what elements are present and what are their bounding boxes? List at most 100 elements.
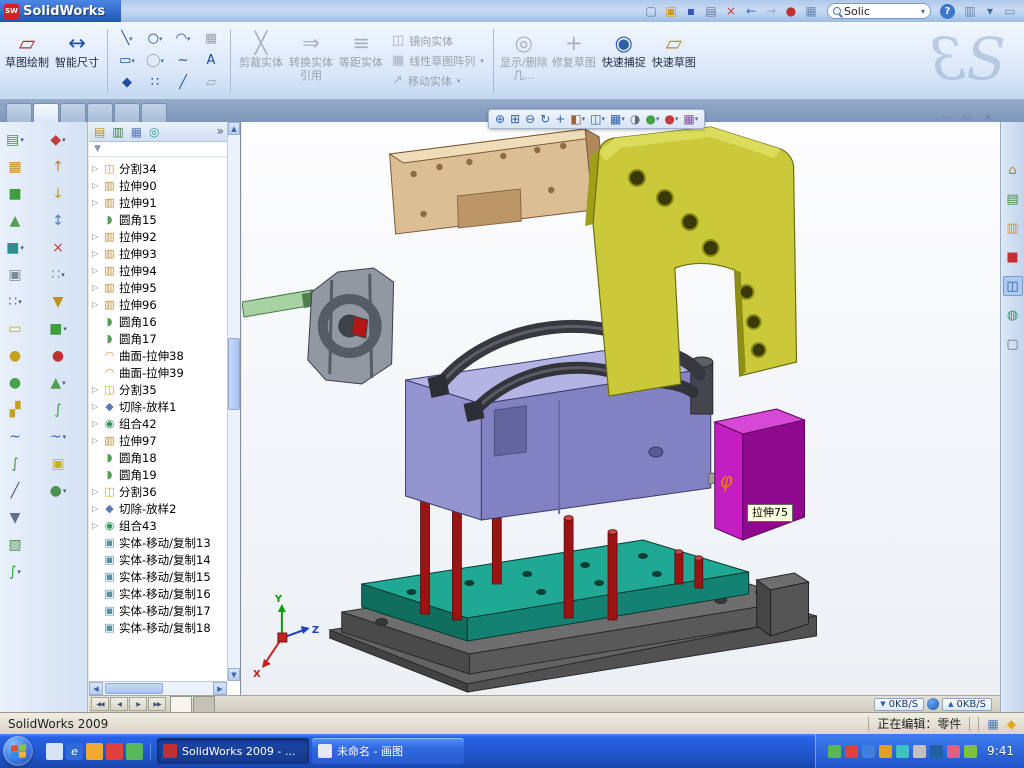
tab-mold-tools[interactable] — [87, 103, 113, 122]
expand-icon[interactable]: ▷ — [92, 181, 100, 190]
view-palette-icon[interactable]: ◫ — [1003, 276, 1023, 296]
feature-tree-item[interactable]: ▷ ▥ 拉伸92 — [92, 228, 227, 245]
feature-tree-item[interactable]: ▷ ▣ 实体-移动/复制16 — [92, 585, 227, 602]
paint-launcher-icon[interactable] — [126, 743, 143, 760]
feature-tree-item[interactable]: ▷ ◠ 曲面-拉伸39 — [92, 364, 227, 381]
scroll-next-icon[interactable]: ▶ — [129, 697, 147, 711]
display-style-icon[interactable]: ▦ — [608, 112, 627, 126]
internet-explorer-icon[interactable]: e — [66, 743, 83, 760]
ellipse-tool-icon[interactable]: ◯ — [141, 50, 169, 72]
display-delete-relations-button[interactable]: ◎显示/删除几... — [499, 26, 549, 96]
close-icon[interactable]: × — [980, 110, 996, 124]
tab-motion-study[interactable] — [193, 696, 215, 712]
tree-horizontal-scrollbar[interactable]: ◀ ▶ — [89, 681, 227, 695]
scrollbar-thumb[interactable] — [228, 338, 240, 410]
expand-icon[interactable]: ▷ — [92, 266, 100, 275]
menu-tools[interactable] — [193, 9, 209, 13]
file-explorer-icon[interactable]: ▥ — [1003, 218, 1023, 238]
feature-tree-item[interactable]: ▷ ▥ 拉伸96 — [92, 296, 227, 313]
show-desktop-icon[interactable] — [46, 743, 63, 760]
expand-icon[interactable]: ▷ — [92, 436, 100, 445]
expand-icon[interactable]: ▷ — [92, 300, 100, 309]
scene-icon[interactable]: ● — [662, 112, 680, 126]
tab-features[interactable] — [6, 103, 32, 122]
left-tool-icon-9[interactable]: ● — [0, 342, 30, 369]
scrollbar-thumb[interactable] — [105, 683, 163, 694]
view-orientation-icon[interactable]: ◫ — [588, 112, 607, 126]
minimize-icon[interactable]: — — [938, 110, 954, 124]
feature-tree-item[interactable]: ▷ ◗ 圆角16 — [92, 313, 227, 330]
left-tool-icon-8[interactable]: ▭ — [0, 315, 30, 342]
tray-icon-6[interactable] — [913, 745, 926, 758]
tab-surfaces[interactable] — [60, 103, 86, 122]
side-tool-icon-14[interactable]: ● — [30, 477, 86, 504]
expand-icon[interactable]: ▷ — [92, 164, 100, 173]
scroll-last-icon[interactable]: ▶▶ — [148, 697, 166, 711]
tab-evaluate[interactable] — [114, 103, 140, 122]
zoom-fit-icon[interactable]: ⊕ — [493, 112, 507, 126]
tray-icon-4[interactable] — [879, 745, 892, 758]
rebuild-icon[interactable]: ● — [781, 2, 801, 20]
feature-tree-item[interactable]: ▷ ▥ 拉伸97 — [92, 432, 227, 449]
collapse-ui-icon[interactable]: ▾ — [980, 2, 1000, 20]
menu-view[interactable] — [161, 9, 177, 13]
menu-file[interactable] — [129, 9, 145, 13]
feature-tree-item[interactable]: ▷ ▣ 实体-移动/复制18 — [92, 619, 227, 636]
left-tool-icon-12[interactable]: ~ — [0, 423, 30, 450]
open-icon[interactable]: ▣ — [661, 2, 681, 20]
side-tool-icon-6[interactable]: ∷ — [30, 261, 86, 288]
left-tool-icon-13[interactable]: ∫ — [0, 450, 30, 477]
side-tool-icon-1[interactable]: ◆ — [30, 126, 86, 153]
window-button-paint[interactable]: 未命名 - 画图 — [312, 738, 464, 764]
feature-tree-item[interactable]: ▷ ◗ 圆角17 — [92, 330, 227, 347]
tray-icon-9[interactable] — [964, 745, 977, 758]
sketch-button[interactable]: ▱草图绘制 — [2, 26, 52, 96]
tray-icon-8[interactable] — [947, 745, 960, 758]
scroll-right-icon[interactable]: ▶ — [213, 682, 227, 695]
trim-entities-button[interactable]: ╳剪裁实体 — [236, 26, 286, 96]
left-tool-icon-6[interactable]: ▣ — [0, 261, 30, 288]
search-box[interactable]: Solic ▾ — [827, 3, 931, 19]
expand-icon[interactable]: ▷ — [92, 402, 100, 411]
feature-tree-item[interactable]: ▷ ◫ 分割36 — [92, 483, 227, 500]
side-tool-icon-10[interactable]: ▲ — [30, 369, 86, 396]
expand-icon[interactable]: ▷ — [92, 521, 100, 530]
expand-icon[interactable]: ▷ — [92, 504, 100, 513]
line-tool-icon[interactable]: ╲ — [113, 28, 141, 50]
left-tool-icon-7[interactable]: ∷ — [0, 288, 30, 315]
custom-properties-icon[interactable]: ▢ — [1003, 334, 1023, 354]
media-player-icon[interactable] — [86, 743, 103, 760]
scroll-first-icon[interactable]: ◀◀ — [91, 697, 109, 711]
construction-tool-icon[interactable]: ▱ — [197, 72, 225, 94]
scroll-prev-icon[interactable]: ◀ — [110, 697, 128, 711]
pattern-tool-icon[interactable]: ▦ — [197, 28, 225, 50]
feature-tree-item[interactable]: ▷ ◫ 分割34 — [92, 160, 227, 177]
tray-icon-2[interactable] — [845, 745, 858, 758]
side-tool-icon-3[interactable]: ↓ — [30, 180, 86, 207]
side-tool-icon-4[interactable]: ↕ — [30, 207, 86, 234]
left-tool-icon-11[interactable]: ▞ — [0, 396, 30, 423]
feature-tree-item[interactable]: ▷ ◉ 组合43 — [92, 517, 227, 534]
expand-icon[interactable]: ▷ — [92, 249, 100, 258]
side-tool-icon-5[interactable]: × — [30, 234, 86, 261]
left-tool-icon-1[interactable]: ▤ — [0, 126, 30, 153]
section-view-icon[interactable]: ◧ — [568, 112, 587, 126]
feature-tree-item[interactable]: ▷ ▥ 拉伸94 — [92, 262, 227, 279]
design-library-icon[interactable]: ▤ — [1003, 189, 1023, 209]
save-icon[interactable]: ▪ — [681, 2, 701, 20]
feature-tree-item[interactable]: ▷ ◫ 分割35 — [92, 381, 227, 398]
menu-help[interactable] — [225, 9, 241, 13]
restore-icon[interactable]: ▭ — [959, 110, 975, 124]
fullscreen-icon[interactable]: ▭ — [1000, 2, 1020, 20]
dimxpertmanager-tab-icon[interactable]: ◎ — [149, 125, 159, 139]
filter-icon[interactable]: ▼ — [94, 144, 101, 154]
left-tool-icon-10[interactable]: ● — [0, 369, 30, 396]
tray-icon-1[interactable] — [828, 745, 841, 758]
polygon-tool-icon[interactable]: ◆ — [113, 72, 141, 94]
tab-sketch[interactable] — [33, 103, 59, 122]
appearance-icon[interactable]: ● — [643, 112, 661, 126]
tray-icon-3[interactable] — [862, 745, 875, 758]
menu-insert[interactable] — [177, 9, 193, 13]
configurationmanager-tab-icon[interactable]: ▦ — [131, 125, 142, 139]
graphics-area[interactable]: φ — [242, 122, 1000, 695]
